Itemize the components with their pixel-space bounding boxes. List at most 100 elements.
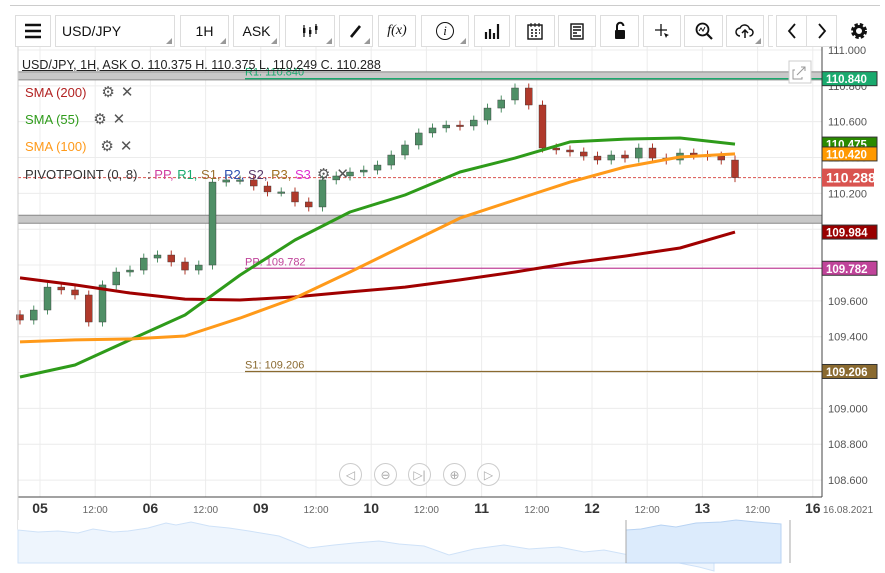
zoom-in-icon: ⊕: [449, 467, 460, 482]
x-tick-label: 12:00: [635, 505, 660, 516]
candle-down: [167, 254, 175, 263]
candle-up: [43, 286, 52, 311]
y-tick-label: 109.600: [828, 296, 868, 308]
y-tick-label: 110.200: [828, 188, 867, 200]
y-tick-label: 108.600: [828, 475, 868, 487]
x-tick-label: 05: [32, 500, 48, 516]
x-tick-label: 13: [695, 500, 711, 516]
y-tick-label: 109.000: [828, 403, 868, 415]
price-tag-text: 109.782: [826, 264, 868, 276]
close-icon[interactable]: ✕: [336, 165, 349, 183]
close-icon[interactable]: ✕: [113, 110, 126, 128]
plot-area: [18, 47, 822, 497]
gear-icon[interactable]: ⚙: [93, 110, 106, 128]
close-icon[interactable]: ✕: [121, 83, 134, 101]
x-tick-label: 11: [474, 500, 489, 516]
pivot-legend-R1: R1,: [177, 167, 202, 182]
price-tag-text: 110.288: [826, 170, 876, 186]
gear-icon[interactable]: ⚙: [100, 137, 113, 155]
candle-down: [648, 147, 657, 159]
pan-left-button[interactable]: ◁: [339, 463, 362, 486]
legend-sma-100: SMA (100) ⚙ ✕: [25, 137, 132, 155]
y-tick-label: 110.600: [828, 117, 867, 129]
candle-down: [621, 154, 629, 159]
gear-icon[interactable]: ⚙: [317, 165, 330, 183]
ohlc-readout: USD/JPY, 1H, ASK O. 110.375 H. 110.375 L…: [22, 58, 381, 72]
candle-up: [195, 264, 203, 271]
candle-up: [428, 127, 437, 134]
price-tag-text: 110.420: [826, 149, 867, 161]
candle-up: [277, 191, 285, 194]
candle-up: [318, 179, 327, 208]
grid: [18, 47, 822, 497]
candle-down: [291, 191, 299, 203]
candle-down: [181, 261, 189, 271]
zoom-out-button[interactable]: ⊖: [374, 463, 397, 486]
x-tick-label: 12:00: [414, 505, 439, 516]
candle-up: [360, 169, 368, 173]
candle-down: [85, 294, 93, 323]
pivot-legend-PP: PP,: [154, 167, 178, 182]
pan-right-button[interactable]: ▷: [477, 463, 500, 486]
x-end-label: 16.08.2021: [823, 505, 873, 516]
candle-down: [552, 147, 560, 151]
navigator[interactable]: [17, 519, 791, 572]
sr-zone: [17, 214, 823, 224]
candle-up: [126, 269, 134, 273]
candle-down: [717, 155, 725, 161]
legend-label: PIVOTPOINT (0, 8): [25, 167, 138, 182]
candle-down: [305, 201, 313, 208]
x-tick-label: 09: [253, 500, 269, 516]
candle-down: [525, 87, 533, 106]
x-tick-label: 12:00: [524, 505, 549, 516]
x-tick-label: 16: [805, 500, 821, 516]
x-tick-label: 10: [363, 500, 379, 516]
y-tick-label: 108.800: [828, 439, 868, 451]
y-tick-label: 109.400: [828, 332, 868, 344]
pivot-legend-S3: S3: [294, 167, 311, 182]
candle-up: [470, 119, 478, 127]
pivot-legend-S2: S2,: [248, 167, 272, 182]
candle-up: [607, 154, 615, 161]
legend-label: SMA (200): [25, 85, 87, 100]
pivot-legend-S1: S1,: [201, 167, 225, 182]
candle-down: [580, 151, 588, 157]
candle-up: [511, 87, 519, 101]
legend-pivotpoint: PIVOTPOINT (0, 8) : PP, R1, S1, R2, S2, …: [25, 165, 349, 183]
candle-up: [373, 164, 382, 171]
candle-up: [635, 147, 643, 159]
candle-down: [57, 286, 65, 291]
triangle-left-icon: ◁: [345, 467, 356, 482]
price-tag-text: 109.206: [826, 367, 868, 379]
legend-label: SMA (100): [25, 139, 87, 154]
pivot-label-S1: S1: 109.206: [245, 359, 304, 371]
candle-up: [483, 107, 492, 121]
skip-end-icon: ▷|: [413, 467, 426, 482]
legend-sma-55: SMA (55) ⚙ ✕: [25, 110, 125, 128]
candle-down: [538, 104, 547, 149]
candle-up: [153, 254, 162, 259]
candle-up: [387, 154, 395, 166]
reset-view-button[interactable]: ▷|: [408, 463, 431, 486]
legend-label: SMA (55): [25, 112, 80, 127]
x-tick-label: 12:00: [303, 505, 328, 516]
x-tick-label: 12:00: [83, 505, 108, 516]
zoom-out-icon: ⊖: [380, 467, 391, 482]
candle-down: [731, 159, 739, 178]
x-tick-label: 12: [584, 500, 600, 516]
zoom-in-button[interactable]: ⊕: [443, 463, 466, 486]
candle-up: [415, 132, 423, 146]
pivot-legend-R2: R2,: [224, 167, 248, 182]
x-tick-label: 12:00: [745, 505, 770, 516]
candle-down: [566, 149, 574, 153]
candle-down: [263, 185, 272, 193]
triangle-right-icon: ▷: [483, 467, 494, 482]
pivot-legend-R3: R3,: [271, 167, 295, 182]
candle-down: [593, 155, 602, 161]
candle-down: [71, 289, 79, 296]
candle-down: [456, 124, 464, 127]
candle-up: [401, 144, 409, 156]
close-icon[interactable]: ✕: [120, 137, 133, 155]
candle-up: [140, 257, 148, 271]
gear-icon[interactable]: ⚙: [101, 83, 114, 101]
